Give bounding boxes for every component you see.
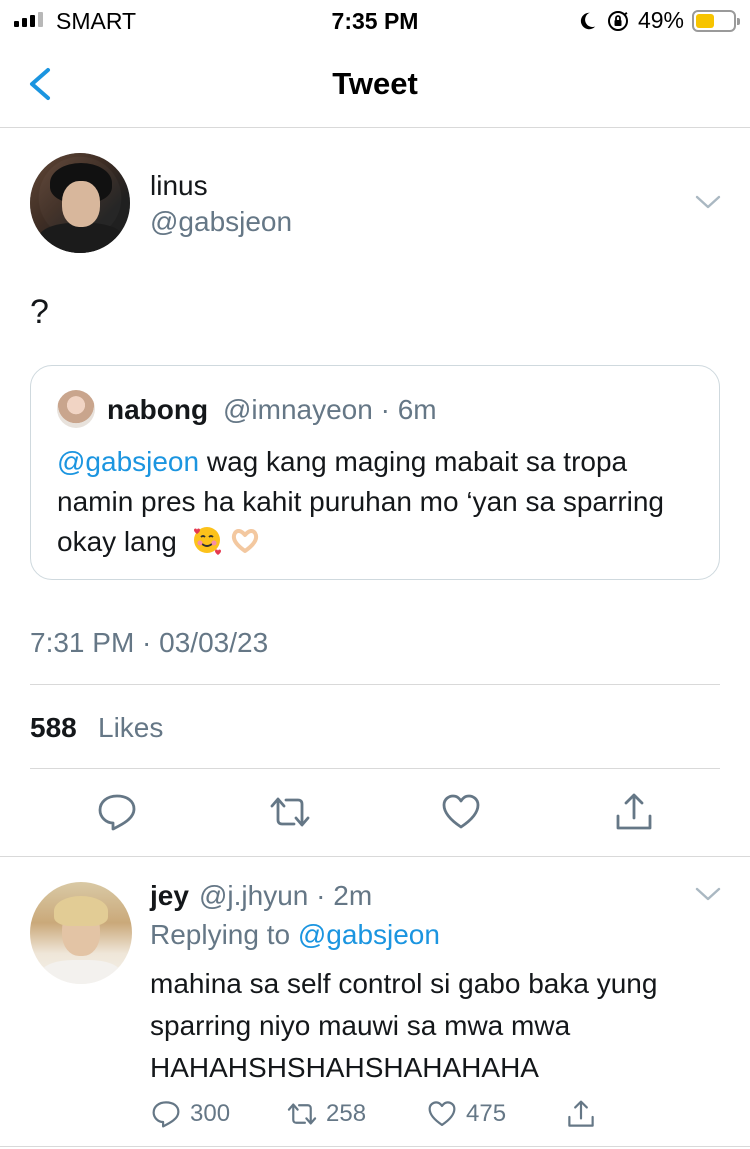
- chevron-down-icon[interactable]: [693, 190, 723, 214]
- page-title: Tweet: [332, 66, 418, 101]
- battery-icon: [692, 9, 740, 32]
- reply-meta: @j.jhyun · 2m: [199, 880, 373, 911]
- moon-icon: [580, 12, 596, 29]
- divider: [30, 768, 720, 769]
- divider: [30, 684, 720, 685]
- like-count: 475: [466, 1100, 507, 1127]
- author-handle[interactable]: @gabsjeon: [150, 206, 292, 238]
- battery-fill: [696, 13, 714, 28]
- battery-percent: 49%: [637, 7, 684, 33]
- reply-text: mahina sa self control si gabo baka yung…: [150, 968, 658, 1083]
- reply-author-avatar[interactable]: [30, 882, 132, 984]
- chevron-down-icon[interactable]: [693, 882, 723, 906]
- divider: [0, 1146, 750, 1147]
- status-bar: SMART 7:35 PM 49%: [0, 0, 750, 40]
- quote-mention[interactable]: @gabsjeon: [57, 446, 199, 477]
- reply-reply-button[interactable]: 300: [150, 1094, 230, 1134]
- reply-like-button[interactable]: 475: [426, 1094, 506, 1134]
- replying-handle[interactable]: @gabsjeon: [298, 919, 440, 950]
- share-icon: [568, 1100, 594, 1127]
- quote-meta: @imnayeon · 6m: [223, 394, 437, 425]
- likes-count[interactable]: 588: [30, 712, 77, 744]
- author-name[interactable]: linus: [150, 170, 208, 202]
- nav-bar: Tweet: [0, 44, 750, 128]
- retweet-icon: [287, 1103, 317, 1125]
- tweet-text: ?: [30, 293, 49, 331]
- reply-author-name[interactable]: jey: [150, 880, 189, 912]
- quoted-tweet[interactable]: nabong @imnayeon · 6m @gabsjeon wag kang…: [30, 365, 720, 580]
- reply-share-button[interactable]: [565, 1094, 597, 1134]
- divider: [0, 856, 750, 857]
- reply-icon: [152, 1101, 180, 1128]
- orientation-lock-icon: [607, 10, 628, 31]
- share-icon[interactable]: [612, 790, 656, 834]
- like-icon: [428, 1101, 456, 1126]
- status-right: 49%: [576, 7, 740, 34]
- quote-author-name: nabong: [107, 394, 209, 425]
- replying-prefix: Replying to: [150, 919, 291, 950]
- reply-count: 300: [190, 1100, 231, 1127]
- quote-body: @gabsjeon wag kang maging mabait sa trop…: [57, 442, 707, 562]
- smiling-face-with-hearts-emoji: [193, 527, 221, 555]
- like-icon[interactable]: [439, 790, 483, 834]
- reply-icon[interactable]: [95, 790, 139, 834]
- likes-label[interactable]: Likes: [98, 712, 163, 744]
- replying-to: Replying to @gabsjeon: [150, 919, 440, 951]
- retweet-icon[interactable]: [268, 790, 312, 834]
- heart-hands-emoji: [231, 528, 258, 553]
- retweet-count: 258: [326, 1100, 367, 1127]
- reply-retweet-button[interactable]: 258: [286, 1094, 366, 1134]
- quote-avatar: [57, 390, 95, 428]
- author-avatar[interactable]: [30, 153, 130, 253]
- tweet-timestamp: 7:31 PM · 03/03/23: [30, 627, 269, 658]
